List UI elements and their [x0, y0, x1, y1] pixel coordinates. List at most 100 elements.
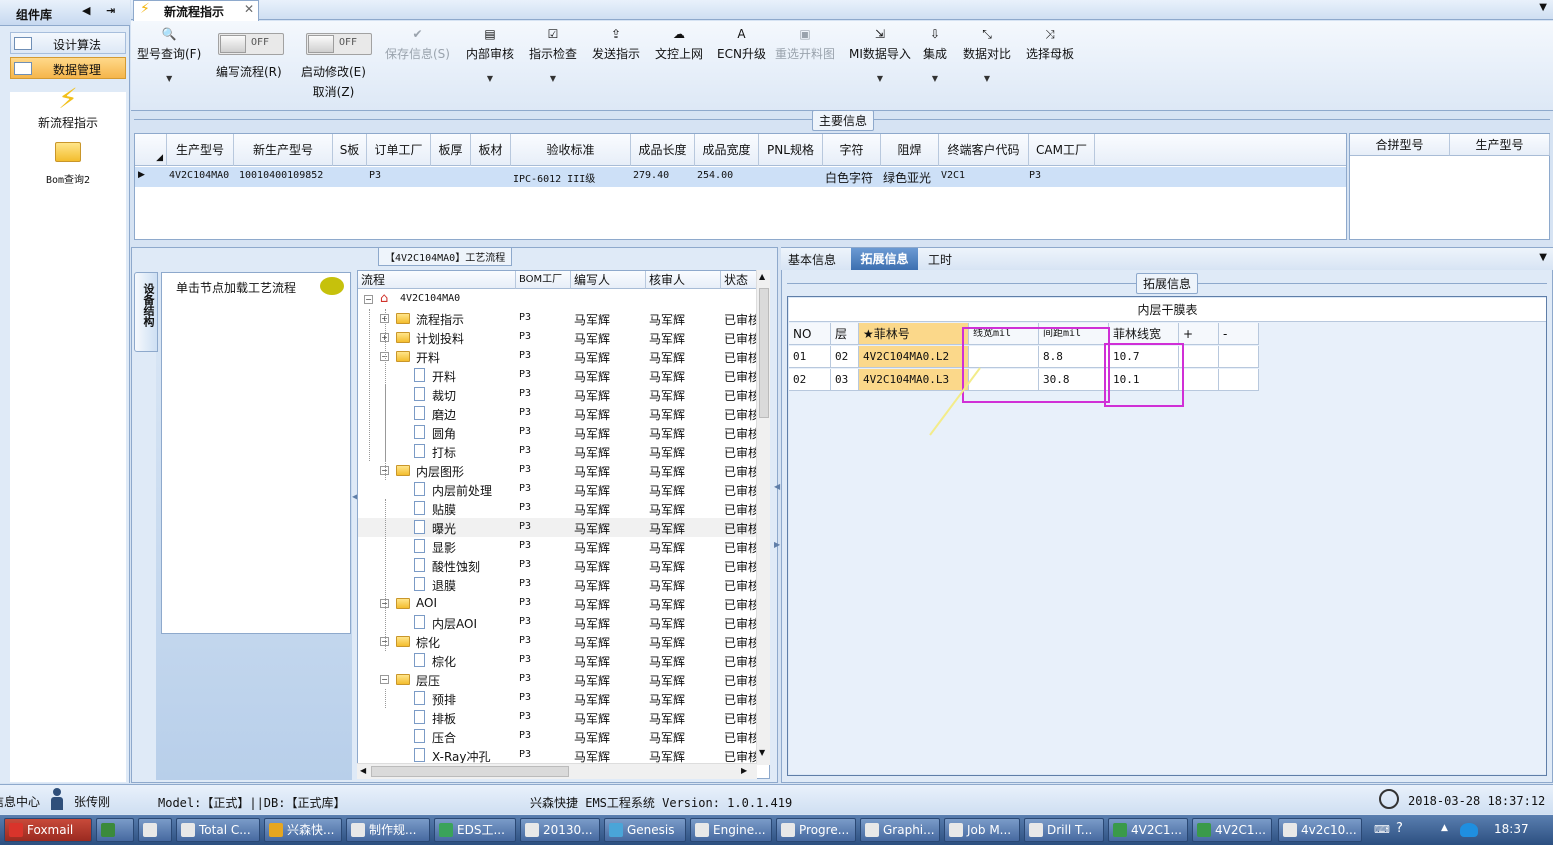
tree-group-row[interactable]: + 流程指示 P3 马军辉 马军辉 已审核: [358, 309, 758, 328]
send-instruction-button[interactable]: ⇪ 发送指示: [592, 27, 640, 62]
tree-root-row[interactable]: − ⌂ 4V2C104MA0: [358, 290, 758, 309]
tab-basic-info[interactable]: 基本信息: [788, 251, 836, 268]
taskbar-item[interactable]: 4v2c10...: [1278, 818, 1362, 842]
cancel-button[interactable]: 取消(Z): [301, 83, 366, 100]
tree-group-row[interactable]: − 开料 P3 马军辉 马军辉 已审核: [358, 347, 758, 366]
tree-step-row[interactable]: 贴膜 P3 马军辉 马军辉 已审核: [358, 499, 758, 518]
scroll-down-icon[interactable]: ▼: [759, 748, 765, 757]
cell-layer[interactable]: 02: [831, 346, 859, 368]
cell-empty[interactable]: [1179, 346, 1219, 368]
taskbar-item[interactable]: 制作规...: [346, 818, 430, 842]
taskbar-item[interactable]: Foxmail: [4, 818, 92, 842]
cell-empty[interactable]: [1219, 346, 1259, 368]
taskbar-item[interactable]: EDS工...: [434, 818, 516, 842]
chevron-down-icon[interactable]: ▼: [466, 74, 514, 83]
select-mother-board-button[interactable]: ⤨ 选择母板: [1026, 27, 1074, 62]
tree-group-row[interactable]: − 棕化 P3 马军辉 马军辉 已审核: [358, 632, 758, 651]
cell-no[interactable]: 02: [789, 369, 831, 391]
chevron-down-icon[interactable]: ▼: [529, 74, 577, 83]
scroll-left-icon[interactable]: ◀: [360, 766, 366, 775]
taskbar-item[interactable]: 兴森快...: [264, 818, 342, 842]
col-header[interactable]: 生产型号: [167, 134, 234, 166]
col-header[interactable]: 终端客户代码: [939, 134, 1029, 166]
tree-step-row[interactable]: 棕化 P3 马军辉 马军辉 已审核: [358, 651, 758, 670]
taskbar-item[interactable]: Total C...: [176, 818, 260, 842]
tree-step-row[interactable]: 磨边 P3 马军辉 马军辉 已审核: [358, 404, 758, 423]
vertical-scrollbar[interactable]: ▲ ▼: [756, 270, 770, 765]
chevron-down-icon[interactable]: ▼: [137, 74, 201, 83]
chevron-down-icon[interactable]: ▼: [963, 74, 1011, 83]
remove-column-button[interactable]: -: [1219, 323, 1259, 345]
tree-step-row[interactable]: 退膜 P3 马军辉 马军辉 已审核: [358, 575, 758, 594]
save-info-button[interactable]: ✔ 保存信息(S): [385, 27, 450, 62]
tree-step-row[interactable]: 预排 P3 马军辉 马军辉 已审核: [358, 689, 758, 708]
collapse-node-icon[interactable]: −: [380, 675, 389, 684]
tree-step-row[interactable]: 排板 P3 马军辉 马军辉 已审核: [358, 708, 758, 727]
cell-empty[interactable]: [1219, 369, 1259, 391]
taskbar-item[interactable]: [138, 818, 172, 842]
col-header[interactable]: 合拼型号: [1350, 134, 1450, 156]
col-header[interactable]: 板材: [471, 134, 511, 166]
close-tab-icon[interactable]: ✕: [244, 2, 254, 16]
scroll-thumb[interactable]: [759, 288, 769, 418]
chevron-down-icon[interactable]: ▼: [1539, 252, 1547, 263]
tree-step-row[interactable]: 圆角 P3 马军辉 马军辉 已审核: [358, 423, 758, 442]
collapse-left-icon[interactable]: ◀: [82, 4, 90, 17]
col-header[interactable]: 状态: [721, 271, 761, 289]
comment-icon[interactable]: [320, 277, 344, 295]
col-header[interactable]: ★菲林号: [859, 323, 969, 345]
write-flow-toggle[interactable]: OFF: [218, 33, 284, 55]
col-header[interactable]: 阻焊: [881, 134, 939, 166]
data-compare-button[interactable]: ⤡ 数据对比 ▼: [963, 27, 1011, 83]
scroll-up-icon[interactable]: ▲: [759, 272, 765, 281]
col-header[interactable]: BOM工厂: [516, 271, 571, 289]
taskbar-clock[interactable]: 18:37: [1494, 822, 1529, 836]
doc-control-button[interactable]: ☁ 文控上网: [655, 27, 703, 62]
cell-empty[interactable]: [1179, 369, 1219, 391]
sidebar-item-bom-query[interactable]: Bom查询2: [10, 142, 126, 186]
col-header[interactable]: 菲林线宽: [1109, 323, 1179, 345]
tree-step-row[interactable]: 显影 P3 马军辉 马军辉 已审核: [358, 537, 758, 556]
start-edit-toggle[interactable]: OFF: [306, 33, 372, 55]
horizontal-scrollbar[interactable]: ◀ ▶: [357, 763, 757, 779]
col-header[interactable]: S板: [333, 134, 367, 166]
sidebar-item-data-management[interactable]: 数据管理: [10, 57, 126, 79]
tray-network-icon[interactable]: [1460, 823, 1478, 837]
tree-step-row[interactable]: 开料 P3 马军辉 马军辉 已审核: [358, 366, 758, 385]
tree-step-row[interactable]: 压合 P3 马军辉 马军辉 已审核: [358, 727, 758, 746]
tree-group-row[interactable]: − AOI P3 马军辉 马军辉 已审核: [358, 594, 758, 613]
add-column-button[interactable]: +: [1179, 323, 1219, 345]
col-header[interactable]: 核审人: [646, 271, 721, 289]
tree-group-row[interactable]: − 内层图形 P3 马军辉 马军辉 已审核: [358, 461, 758, 480]
chevron-down-icon[interactable]: ▼: [849, 74, 911, 83]
taskbar-item[interactable]: 4V2C1...: [1192, 818, 1272, 842]
taskbar-item[interactable]: 4V2C1...: [1108, 818, 1188, 842]
chevron-down-icon[interactable]: ▼: [923, 74, 947, 83]
sidebar-item-design-algorithm[interactable]: 设计算法: [10, 32, 126, 54]
tab-equipment-structure[interactable]: 设备结构: [134, 272, 158, 352]
model-query-button[interactable]: 🔍 型号查询(F) ▼: [137, 27, 201, 83]
integrate-button[interactable]: ⇩ 集成 ▼: [923, 27, 947, 83]
splitter-right-icon[interactable]: ▶: [774, 540, 780, 549]
tree-step-row[interactable]: 内层前处理 P3 马军辉 马军辉 已审核: [358, 480, 758, 499]
tab-extended-info[interactable]: 拓展信息: [851, 248, 918, 270]
scroll-right-icon[interactable]: ▶: [741, 766, 747, 775]
tree-group-row[interactable]: + 计划投料 P3 马军辉 马军辉 已审核: [358, 328, 758, 347]
mi-import-button[interactable]: ⇲ MI数据导入 ▼: [849, 27, 911, 83]
tree-step-row[interactable]: 打标 P3 马军辉 马军辉 已审核: [358, 442, 758, 461]
col-header[interactable]: 新生产型号: [234, 134, 333, 166]
tree-step-row[interactable]: 酸性蚀刻 P3 马军辉 马军辉 已审核: [358, 556, 758, 575]
taskbar-item[interactable]: Genesis: [604, 818, 686, 842]
table-row[interactable]: ▶ 4V2C104MA0 10010400109852 P3 IPC-6012 …: [135, 167, 1346, 187]
tree-group-row[interactable]: − 层压 P3 马军辉 马军辉 已审核: [358, 670, 758, 689]
taskbar-item[interactable]: 20130...: [520, 818, 600, 842]
splitter-left-icon[interactable]: ◀: [774, 482, 780, 491]
message-center-link[interactable]: 信息中心: [0, 793, 40, 810]
tab-list-dropdown-icon[interactable]: ▼: [1539, 2, 1547, 13]
tray-keyboard-icon[interactable]: ⌨: [1374, 823, 1390, 836]
col-header[interactable]: 流程: [358, 271, 516, 289]
tab-new-flow-instruction[interactable]: ⚡ 新流程指示 ✕: [133, 0, 259, 21]
internal-review-button[interactable]: ▤ 内部审核 ▼: [466, 27, 514, 83]
col-header[interactable]: 订单工厂: [367, 134, 431, 166]
ecn-upgrade-button[interactable]: A ECN升级: [717, 27, 766, 62]
